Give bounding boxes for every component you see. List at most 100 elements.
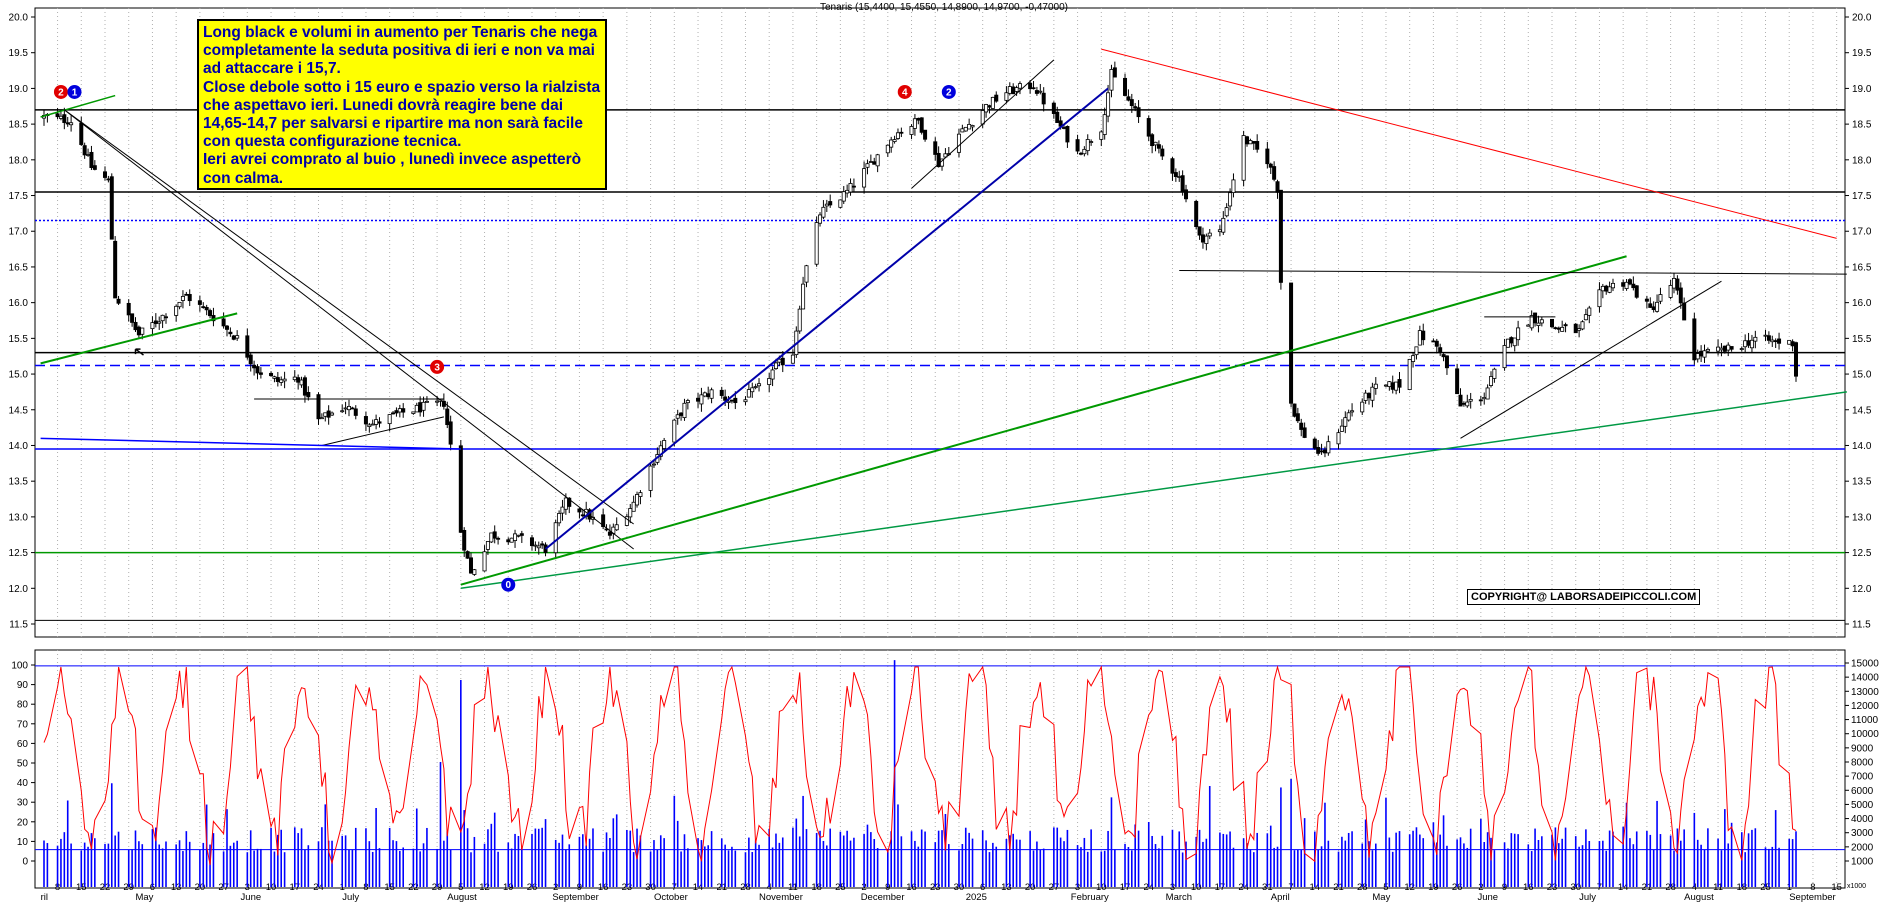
price-tick-label-right: 12.5 bbox=[1852, 548, 1872, 559]
candle-body bbox=[319, 417, 324, 420]
candle bbox=[1292, 403, 1297, 418]
candle-body bbox=[770, 369, 775, 380]
candle-body bbox=[838, 199, 843, 208]
candle-body bbox=[1099, 131, 1104, 140]
price-tick-label-left: 17.5 bbox=[9, 191, 29, 202]
candle-body bbox=[1604, 285, 1609, 292]
candle-body bbox=[1434, 340, 1439, 347]
candle bbox=[990, 96, 995, 109]
candle-body bbox=[492, 531, 497, 539]
wave-marker: 2 bbox=[53, 84, 68, 99]
candle-body bbox=[116, 298, 121, 304]
candle-body bbox=[726, 400, 731, 403]
candle-body bbox=[1028, 82, 1033, 90]
candle-body bbox=[160, 314, 165, 322]
month-label: August bbox=[447, 892, 477, 902]
candle bbox=[1312, 437, 1317, 450]
wave-marker-label: 2 bbox=[946, 87, 952, 98]
candle-body bbox=[153, 320, 158, 324]
candle-body bbox=[472, 569, 477, 575]
candle-body bbox=[1316, 447, 1321, 454]
candle-body bbox=[292, 376, 297, 381]
price-tick-label-left: 20.0 bbox=[9, 13, 29, 24]
candle-body bbox=[1651, 306, 1656, 310]
price-tick-label-right: 14.0 bbox=[1852, 441, 1872, 452]
candle-body bbox=[1648, 303, 1653, 308]
candle-body bbox=[1766, 335, 1771, 341]
candle-body bbox=[1363, 392, 1368, 401]
candle-body bbox=[1753, 336, 1758, 342]
indicator-panel bbox=[34, 649, 1846, 889]
volume-tick-label: 1000 bbox=[1851, 857, 1874, 868]
candle-body bbox=[628, 508, 633, 518]
candle-body bbox=[197, 300, 202, 305]
candle bbox=[1550, 318, 1555, 329]
candle-body bbox=[1217, 229, 1222, 233]
candle-body bbox=[1600, 285, 1605, 292]
candle-body bbox=[1675, 278, 1680, 291]
candle bbox=[963, 126, 968, 132]
candle-body bbox=[269, 372, 274, 377]
price-tick-label-left: 16.5 bbox=[9, 262, 29, 273]
price-tick-label-right: 11.5 bbox=[1852, 620, 1871, 631]
price-tick-label-right: 13.0 bbox=[1852, 512, 1872, 523]
candle-body bbox=[753, 386, 758, 388]
candle-body bbox=[435, 400, 440, 403]
price-tick-label-left: 15.0 bbox=[9, 370, 29, 381]
annotation-line: con calma. bbox=[203, 169, 284, 187]
candle-body bbox=[1075, 139, 1080, 152]
month-label: December bbox=[861, 892, 905, 902]
candle bbox=[458, 440, 463, 533]
candle-body bbox=[414, 404, 419, 413]
candle-body bbox=[1150, 134, 1155, 147]
price-tick-label-left: 19.5 bbox=[9, 48, 29, 59]
candle-body bbox=[682, 402, 687, 419]
candle-body bbox=[184, 293, 189, 296]
candle-body bbox=[1370, 386, 1375, 401]
price-tick-label-right: 17.0 bbox=[1852, 227, 1872, 238]
candle-body bbox=[1512, 337, 1517, 347]
candle-body bbox=[1034, 90, 1039, 94]
candle-body bbox=[1482, 397, 1487, 400]
candle-body bbox=[326, 410, 331, 418]
annotation-line: 14,65-14,7 per salvarsi e ripartire ma n… bbox=[203, 115, 583, 133]
candle-body bbox=[1441, 354, 1446, 358]
osc-tick-label: 80 bbox=[17, 700, 29, 711]
candle bbox=[109, 173, 114, 240]
candle bbox=[509, 537, 514, 543]
candle-body bbox=[130, 313, 135, 323]
month-label: May bbox=[1372, 892, 1390, 902]
osc-tick-label: 0 bbox=[22, 857, 28, 868]
candle bbox=[1634, 285, 1639, 299]
price-tick-label-left: 19.0 bbox=[9, 84, 29, 95]
candle-body bbox=[1339, 425, 1344, 432]
candle-body bbox=[126, 302, 131, 316]
candle-body bbox=[909, 126, 914, 135]
candle bbox=[1278, 189, 1283, 290]
wave-marker: 3 bbox=[430, 359, 445, 374]
candle-body bbox=[255, 366, 260, 374]
candle-body bbox=[1200, 234, 1205, 243]
candle-body bbox=[1644, 298, 1649, 302]
osc-tick-label: 30 bbox=[17, 798, 29, 809]
candle bbox=[1573, 323, 1578, 334]
candle-body bbox=[1038, 90, 1043, 93]
candle-body bbox=[316, 394, 321, 420]
volume-tick-label: 6000 bbox=[1851, 786, 1874, 797]
candle-body bbox=[899, 131, 904, 134]
candle bbox=[838, 199, 843, 209]
candle-body bbox=[1302, 427, 1307, 438]
candle-body bbox=[224, 325, 229, 330]
candle-body bbox=[92, 165, 97, 170]
candle-body bbox=[662, 440, 667, 449]
candle-body bbox=[933, 141, 938, 155]
month-label: 2025 bbox=[966, 892, 987, 902]
candle-body bbox=[163, 316, 168, 319]
candle-body bbox=[1207, 232, 1212, 237]
candle-body bbox=[696, 397, 701, 402]
candle-body bbox=[814, 222, 819, 265]
candle-body bbox=[757, 383, 762, 387]
month-label: October bbox=[654, 892, 688, 902]
candle-body bbox=[468, 557, 473, 574]
month-label: May bbox=[135, 892, 153, 902]
